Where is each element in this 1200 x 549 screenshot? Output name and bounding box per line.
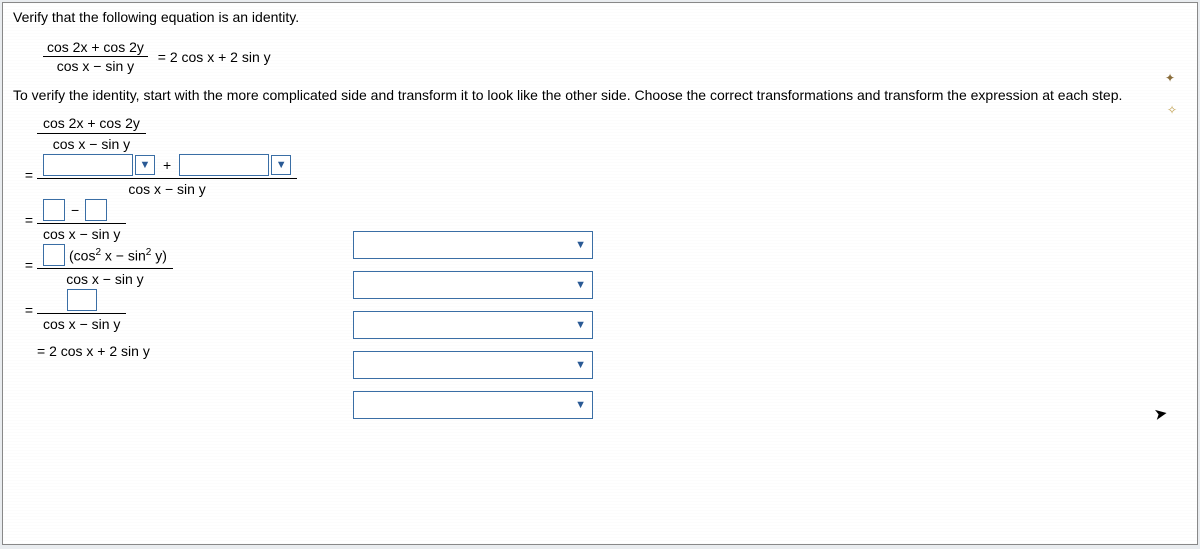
chevron-down-icon: ▼ (276, 159, 287, 171)
equals-sign: = (17, 302, 37, 318)
step1-row: = ▼ + ▼ cos x − sin y (17, 154, 1187, 197)
step1-plus: + (163, 157, 171, 173)
step4-transformation-select[interactable]: ▼ (353, 351, 593, 379)
step3-denominator: cos x − sin y (37, 268, 173, 287)
step4-row: = cos x − sin y (17, 289, 1187, 332)
step2-minus: − (71, 202, 79, 218)
step4-denominator: cos x − sin y (37, 313, 126, 332)
lightbulb-icon[interactable]: ✧ (1167, 103, 1177, 117)
step3-transformation-select[interactable]: ▼ (353, 311, 593, 339)
step2-box2-input[interactable] (85, 199, 107, 221)
step1-transformation-select[interactable]: ▼ (353, 231, 593, 259)
step3-coeff-input[interactable] (43, 244, 65, 266)
hint-icon[interactable]: ✦ (1165, 71, 1175, 85)
transformation-selects: ▼ ▼ ▼ ▼ ▼ (353, 231, 593, 431)
chevron-down-icon: ▼ (575, 319, 586, 331)
step5-transformation-select[interactable]: ▼ (353, 391, 593, 419)
chevron-down-icon: ▼ (575, 359, 586, 371)
eq-denominator: cos x − sin y (43, 56, 148, 74)
chevron-down-icon: ▼ (140, 159, 151, 171)
step2-denominator: cos x − sin y (37, 223, 126, 242)
start-expression-row: cos 2x + cos 2y cos x − sin y (17, 115, 1187, 152)
eq-numerator: cos 2x + cos 2y (43, 39, 148, 56)
result-text: = 2 cos x + 2 sin y (37, 343, 150, 359)
step3-num-text: (cos2 x − sin2 y) (69, 247, 167, 264)
step2-transformation-select[interactable]: ▼ (353, 271, 593, 299)
equals-sign: = (17, 257, 37, 273)
identity-equation: cos 2x + cos 2y cos x − sin y = 2 cos x … (39, 39, 1187, 74)
eq-rhs: = 2 cos x + 2 sin y (158, 49, 271, 65)
step4-num-input[interactable] (67, 289, 97, 311)
chevron-down-icon: ▼ (575, 239, 586, 251)
step1-term2-select[interactable] (179, 154, 269, 176)
equals-sign: = (17, 212, 37, 228)
step2-box1-input[interactable] (43, 199, 65, 221)
chevron-down-icon: ▼ (575, 279, 586, 291)
result-row: = 2 cos x + 2 sin y (17, 334, 1187, 368)
chevron-down-icon: ▼ (575, 399, 586, 411)
step1-denominator: cos x − sin y (37, 178, 297, 197)
equals-sign: = (17, 167, 37, 183)
step1-term1-select[interactable] (43, 154, 133, 176)
start-numerator: cos 2x + cos 2y (37, 115, 146, 133)
cursor-icon: ➤ (1152, 403, 1169, 425)
start-denominator: cos x − sin y (37, 133, 146, 152)
step3-row: = (cos2 x − sin2 y) cos x − sin y (17, 244, 1187, 287)
step1-term2-dropdown-toggle[interactable]: ▼ (271, 155, 291, 175)
prompt-text: Verify that the following equation is an… (13, 9, 1187, 25)
step1-term1-dropdown-toggle[interactable]: ▼ (135, 155, 155, 175)
step2-row: = − cos x − sin y (17, 199, 1187, 242)
instruction-text: To verify the identity, start with the m… (13, 86, 1187, 105)
